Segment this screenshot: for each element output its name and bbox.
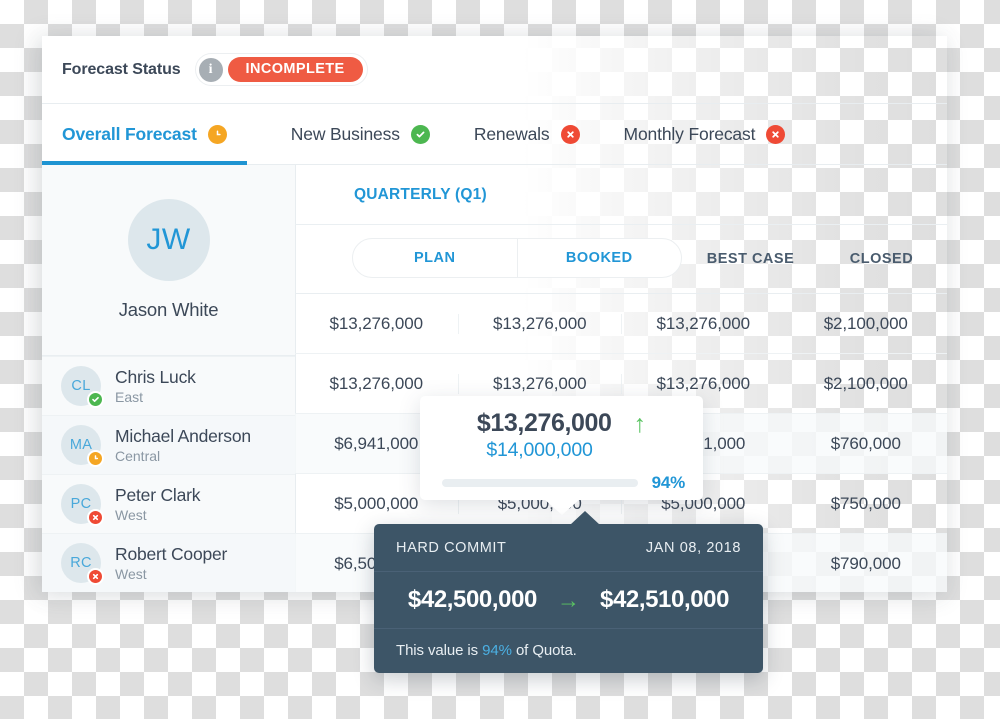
column-header-best-case[interactable]: BEST CASE (685, 225, 816, 293)
tab-new-business[interactable]: New Business (291, 104, 430, 164)
person-region: East (115, 388, 144, 405)
person-name: Michael Anderson (115, 426, 251, 447)
plan-booked-toggle: PLAN BOOKED (352, 238, 682, 278)
tab-bar: Overall Forecast New Business Renewals M… (42, 104, 947, 165)
info-icon[interactable]: i (198, 57, 223, 82)
list-item[interactable]: RC Robert Cooper West (42, 533, 295, 592)
tab-renewals[interactable]: Renewals (474, 104, 580, 164)
person-info: Michael Anderson Central (115, 426, 251, 463)
toggle-booked[interactable]: BOOKED (516, 239, 682, 277)
check-circle-icon (410, 124, 430, 144)
progress-bar (442, 479, 638, 487)
tab-overall-forecast[interactable]: Overall Forecast (42, 104, 247, 165)
person-region: Central (115, 447, 161, 464)
hard-commit-title: HARD COMMIT (396, 540, 507, 556)
person-region: West (115, 506, 147, 523)
cell-booked: $13,276,000 (457, 313, 622, 334)
list-item[interactable]: CL Chris Luck East (42, 356, 295, 415)
tab-label: Renewals (473, 123, 550, 144)
tooltip-target-value: $14,000,000 (486, 439, 593, 461)
hard-commit-footer: This value is 94% of Quota. (374, 629, 763, 673)
hard-commit-header: HARD COMMIT JAN 08, 2018 (374, 524, 763, 572)
cell-best-case: $13,276,000 (656, 373, 751, 393)
close-circle-icon (766, 124, 786, 144)
quarter-title: QUARTERLY (Q1) (354, 185, 487, 203)
tab-label: Monthly Forecast (623, 123, 756, 144)
footer-percent: 94% (482, 642, 512, 659)
cell-closed: $750,000 (830, 493, 901, 513)
hard-commit-tooltip: HARD COMMIT JAN 08, 2018 $42,500,000 → $… (374, 511, 763, 673)
cell-best-case: $13,276,000 (656, 313, 751, 333)
footer-prefix: This value is (396, 642, 483, 659)
list-item[interactable]: MA Michael Anderson Central (42, 415, 295, 474)
forecast-status-label: Forecast Status (62, 60, 181, 78)
tab-label: New Business (290, 123, 400, 144)
quarter-header: QUARTERLY (Q1) (295, 165, 947, 225)
person-name: Chris Luck (115, 367, 196, 388)
table-row[interactable]: $13,276,000 $13,276,000 $13,276,000 $2,1… (295, 293, 947, 353)
clock-icon (207, 124, 227, 144)
column-header-row: PLAN BOOKED BEST CASE CLOSED (295, 225, 947, 293)
close-circle-icon (87, 509, 104, 526)
footer-suffix: of Quota. (511, 642, 577, 659)
cell-closed: $2,100,000 (823, 373, 908, 393)
forecast-status-pill: i INCOMPLETE (194, 52, 368, 87)
tab-monthly-forecast[interactable]: Monthly Forecast (624, 104, 786, 164)
cell-booked: $13,276,000 (457, 373, 622, 394)
tooltip-actual-row: $13,276,000 ↑ (420, 396, 703, 438)
cell-closed: $790,000 (830, 553, 901, 573)
hard-commit-to-value: $42,510,000 (600, 586, 730, 613)
forecast-status-bar: Forecast Status i INCOMPLETE (42, 36, 947, 104)
close-circle-icon (560, 124, 580, 144)
person-info: Chris Luck East (115, 367, 196, 404)
avatar: RC (61, 543, 104, 585)
cell-plan: $13,276,000 (329, 313, 424, 333)
column-header-closed[interactable]: CLOSED (816, 225, 947, 293)
hard-commit-values: $42,500,000 → $42,510,000 (374, 572, 763, 629)
check-circle-icon (87, 391, 104, 408)
progress-percent-label: 94% (651, 473, 686, 492)
person-info: Peter Clark West (115, 485, 201, 523)
person-region: West (115, 565, 147, 582)
clock-icon (87, 450, 104, 467)
close-circle-icon (87, 568, 104, 585)
cell-closed: $760,000 (830, 433, 901, 453)
toggle-plan[interactable]: PLAN (353, 239, 517, 277)
person-info: Robert Cooper West (115, 544, 227, 581)
cell-closed: $2,100,000 (823, 313, 908, 333)
avatar: PC (61, 484, 104, 526)
static-column-headers: BEST CASE CLOSED (685, 225, 947, 293)
hard-commit-from-value: $42,500,000 (407, 586, 537, 613)
arrow-up-icon: ↑ (633, 410, 647, 438)
tab-label: Overall Forecast (62, 123, 197, 144)
avatar: JW (127, 199, 210, 281)
hard-commit-date: JAN 08, 2018 (645, 540, 741, 556)
owner-summary: JW Jason White (42, 165, 295, 356)
owner-name: Jason White (118, 299, 219, 320)
owner-panel: JW Jason White CL Chris Luck East MA Mic… (42, 165, 296, 592)
person-name: Peter Clark (115, 485, 201, 506)
list-item[interactable]: PC Peter Clark West (42, 474, 295, 533)
forecast-detail-tooltip: $13,276,000 ↑ $14,000,000 94% (420, 396, 703, 515)
tooltip-actual-value: $13,276,000 (476, 409, 612, 437)
cell-plan: $13,276,000 (329, 373, 424, 393)
tooltip-pointer (570, 511, 600, 525)
tooltip-progress-row: 94% (420, 462, 703, 493)
forecast-card: Forecast Status i INCOMPLETE Overall For… (42, 36, 947, 592)
avatar: MA (61, 425, 104, 467)
person-name: Robert Cooper (115, 544, 228, 565)
status-badge: INCOMPLETE (227, 56, 363, 83)
avatar: CL (61, 366, 104, 408)
arrow-right-icon: → (557, 586, 580, 613)
